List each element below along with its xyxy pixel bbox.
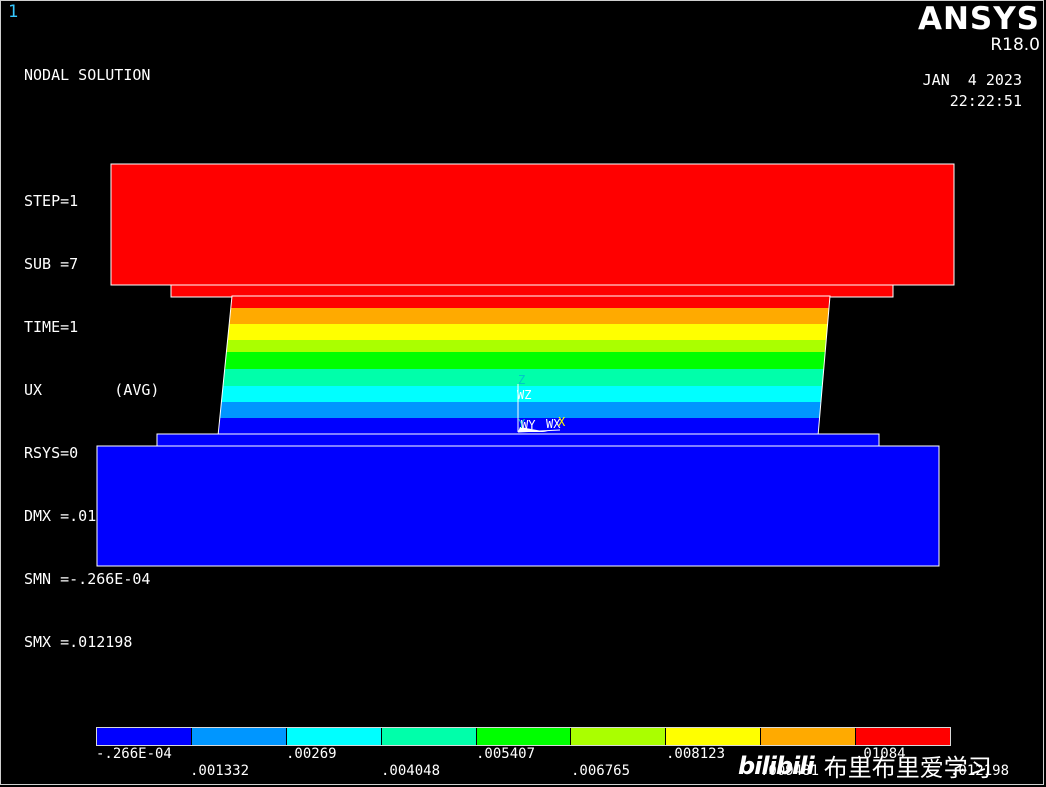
- legend-swatch-9: [856, 728, 951, 745]
- band-yellow: [218, 324, 830, 341]
- legend-swatch-8: [761, 728, 857, 745]
- band-green: [218, 352, 830, 370]
- legend-swatch-1: [97, 728, 192, 745]
- legend-label: .006765: [571, 763, 631, 779]
- top-plate: [110, 163, 955, 286]
- bottom-plate: [96, 445, 940, 567]
- legend-label: -.266E-04: [96, 746, 172, 762]
- legend-label: .008123: [666, 746, 726, 762]
- contour-legend-bar: [96, 727, 951, 746]
- contour-model[interactable]: Z WZ Y WY WX X: [0, 0, 1046, 787]
- legend-label: .004048: [381, 763, 441, 779]
- triad-wz-label: WZ: [517, 388, 531, 402]
- triad-z-label: Z: [518, 373, 525, 387]
- legend-swatch-5: [476, 728, 572, 745]
- legend-swatch-7: [666, 728, 762, 745]
- bottom-flange: [156, 433, 880, 447]
- bilibili-logo: bilibili: [738, 751, 815, 780]
- triad-wy-label: WY: [521, 418, 536, 432]
- band-orange: [218, 308, 830, 325]
- band-seagreen: [218, 369, 830, 387]
- legend-swatch-4: [381, 728, 477, 745]
- legend-swatch-2: [191, 728, 287, 745]
- legend-label: .00269: [286, 746, 337, 762]
- legend-swatch-6: [571, 728, 667, 745]
- legend-swatch-3: [286, 728, 382, 745]
- middle-body: [218, 296, 830, 436]
- top-flange: [170, 284, 894, 298]
- legend-label: .005407: [476, 746, 536, 762]
- watermark-text: 布里布里爱学习: [823, 754, 992, 782]
- triad-x-label: X: [558, 415, 566, 429]
- legend-label: .001332: [190, 763, 250, 779]
- bilibili-watermark: bilibili 布里布里爱学习: [738, 748, 992, 783]
